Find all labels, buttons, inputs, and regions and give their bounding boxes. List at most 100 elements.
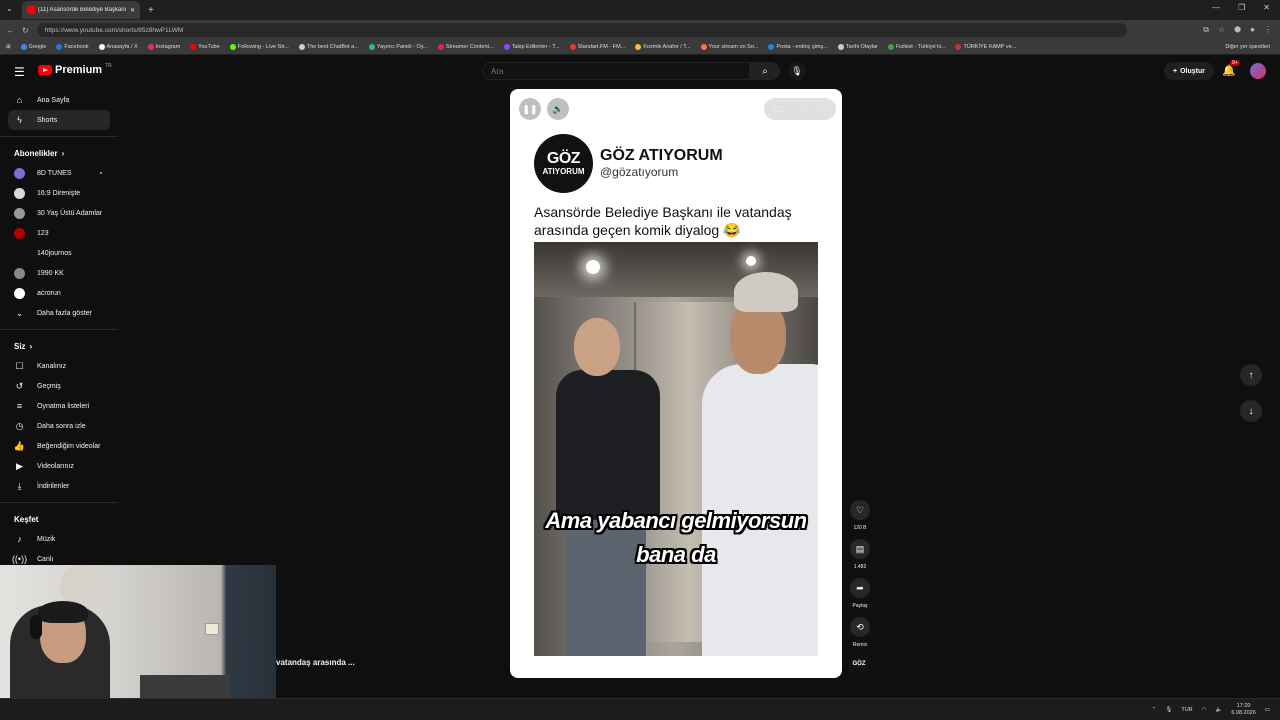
- avatar[interactable]: [1250, 63, 1266, 79]
- sidebar-item-30-ya-st-adamlar[interactable]: 30 Yaş Üstü Adamlar: [0, 203, 118, 223]
- profile-icon[interactable]: ●: [1250, 25, 1255, 35]
- sidebar-item-140journos[interactable]: 140journos: [0, 243, 118, 263]
- sidebar-item-daha-sonra-izle[interactable]: ◷ Daha sonra izle: [0, 416, 118, 436]
- tray-chevron-icon[interactable]: ⌃: [1152, 707, 1157, 713]
- fullscreen-icon[interactable]: ⤢: [822, 104, 828, 114]
- minimize-icon[interactable]: —: [1212, 3, 1220, 12]
- close-window-icon[interactable]: ✕: [1263, 3, 1270, 12]
- bookmark-item[interactable]: The best ChatBot a...: [298, 44, 359, 50]
- sidebar-item-123[interactable]: 123: [0, 223, 118, 243]
- bookmark-label: Facebook: [64, 44, 89, 50]
- speaker-icon[interactable]: 🔈: [1215, 707, 1222, 713]
- like-button[interactable]: ♡ 120 B: [848, 500, 872, 531]
- restore-icon[interactable]: ❐: [1238, 3, 1245, 12]
- next-short-title[interactable]: vatandaş arasında ...: [276, 658, 355, 667]
- bookmark-label: Tarihi Olaylar: [845, 44, 878, 50]
- star-icon[interactable]: ☆: [1218, 25, 1225, 35]
- sidebar-item-oynatma-listeleri[interactable]: ≡ Oynatma listeleri: [0, 396, 118, 416]
- volume-icon[interactable]: 🔊: [547, 98, 569, 120]
- apps-icon[interactable]: ⊞: [6, 44, 11, 50]
- sidebar-item-be-endi-im-videolar[interactable]: 👍 Beğendiğim videolar: [0, 436, 118, 456]
- sidebar-item-acrorun[interactable]: acrorun: [0, 283, 118, 303]
- comment-button[interactable]: ▤ 1.482: [848, 539, 872, 570]
- sidebar-item-1990-kk[interactable]: 1990 KK: [0, 263, 118, 283]
- bookmark-item[interactable]: Posta - erdinç şimş...: [768, 44, 828, 50]
- bookmark-item[interactable]: Tarihi Olaylar: [837, 44, 878, 50]
- previous-short-arrow-icon[interactable]: ↑: [1240, 364, 1262, 386]
- shorts-player[interactable]: ❚❚ 🔊 CC ⋮ ⤢ GÖZ ATIYORUM GÖZ ATIYORUM @g…: [510, 89, 842, 678]
- bookmark-item[interactable]: Kozmik Anafor / T...: [635, 44, 691, 50]
- sidebar-item-videolar-n-z[interactable]: ▶ Videolarınız: [0, 456, 118, 476]
- search-icon[interactable]: ⌕: [750, 62, 780, 80]
- channel-thumbnail[interactable]: GÖZ: [849, 654, 869, 674]
- sidebar-item-label: 16:9 Direnişte: [37, 189, 81, 197]
- next-short-arrow-icon[interactable]: ↓: [1240, 400, 1262, 422]
- ceiling-light: [586, 260, 600, 274]
- bookmark-item[interactable]: Google: [20, 44, 46, 50]
- all-bookmarks[interactable]: Diğer yer işaretleri: [1225, 44, 1270, 50]
- wifi-icon[interactable]: ◠: [1202, 707, 1207, 713]
- bookmark-item[interactable]: Anasayfa / X: [98, 44, 138, 50]
- sidebar-item-ge-mi-[interactable]: ↺ Geçmiş: [0, 376, 118, 396]
- sidebar-item-shorts[interactable]: ϟ Shorts: [8, 110, 110, 130]
- language-indicator[interactable]: TUR: [1181, 707, 1192, 713]
- sidebar-item-ana-sayfa[interactable]: ⌂ Ana Sayfa: [0, 90, 118, 110]
- bookmark-item[interactable]: Instagram: [147, 44, 180, 50]
- your-videos-icon: ▶: [16, 460, 23, 471]
- voice-search-icon[interactable]: 🎙: [788, 62, 806, 80]
- plus-icon: +: [1173, 67, 1178, 75]
- bookmark-item[interactable]: Facebook: [56, 44, 89, 50]
- bookmark-item[interactable]: Standart.FM - FM...: [569, 44, 625, 50]
- comment-icon: ▤: [850, 539, 870, 559]
- bookmark-favicon-icon: [569, 44, 576, 50]
- install-icon[interactable]: ⧉: [1203, 25, 1209, 35]
- window-controls: — ❐ ✕: [1212, 3, 1270, 12]
- tab-list-icon[interactable]: ⌄: [6, 4, 13, 13]
- bookmark-item[interactable]: TÜRKİYE KAMP ve...: [955, 44, 1016, 50]
- bookmark-item[interactable]: Streamer Content...: [437, 44, 494, 50]
- bookmark-label: TÜRKİYE KAMP ve...: [963, 44, 1017, 50]
- extension-icon[interactable]: ⬢: [1234, 25, 1241, 35]
- address-bar-row: ← ↻ https://www.youtube.com/shorts/85z8h…: [0, 20, 1280, 40]
- clock[interactable]: 17:20 6.08.2026: [1231, 703, 1255, 717]
- bookmark-item[interactable]: Following - Live Str...: [229, 44, 289, 50]
- create-button[interactable]: + Oluştur: [1164, 62, 1214, 80]
- bookmark-label: Yayıncı Paneli - Oy...: [376, 44, 428, 50]
- browser-tab-bar: ⌄ (11) Asansörde Belediye Başkanı ✕ + — …: [0, 0, 1280, 20]
- bookmark-item[interactable]: Takip Edilenler - T...: [503, 44, 560, 50]
- more-options-icon[interactable]: ⋮: [799, 105, 807, 114]
- youtube-premium-logo[interactable]: Premium TR: [38, 63, 112, 76]
- mic-tray-icon[interactable]: 🎙: [1165, 707, 1172, 713]
- search-input[interactable]: Ara: [482, 62, 750, 80]
- notification-center-icon[interactable]: ▭: [1265, 707, 1270, 713]
- sidebar-item-kanal-n-z[interactable]: ☐ Kanalınız: [0, 356, 118, 376]
- sidebar-item-m-zik[interactable]: ♪ Müzik: [0, 529, 118, 549]
- subscriptions-header[interactable]: Abonelikler ›: [0, 143, 118, 163]
- url-input[interactable]: https://www.youtube.com/shorts/85z8hwP1L…: [36, 23, 1127, 37]
- bookmark-item[interactable]: YouTube: [190, 44, 220, 50]
- tab-close-icon[interactable]: ✕: [130, 7, 135, 14]
- bookmark-favicon-icon: [437, 44, 444, 50]
- bookmark-item[interactable]: Fizikist - Türkiye'ni...: [887, 44, 945, 50]
- hamburger-menu-icon[interactable]: ☰: [14, 65, 25, 79]
- back-icon[interactable]: ←: [6, 26, 14, 35]
- captions-icon[interactable]: CC: [772, 105, 784, 114]
- bookmark-favicon-icon: [298, 44, 305, 50]
- sidebar-item-16-9-direni-te[interactable]: 16:9 Direnişte: [0, 183, 118, 203]
- chevron-right-icon: ›: [29, 341, 33, 351]
- sidebar-item-i-ndirilenler[interactable]: ⤓ İndirilenler: [0, 476, 118, 496]
- bookmark-favicon-icon: [368, 44, 375, 50]
- sidebar-item-8d-tunes[interactable]: 8D TUNES: [0, 163, 118, 183]
- you-header[interactable]: Siz ›: [0, 336, 118, 356]
- menu-icon[interactable]: ⋮: [1264, 25, 1272, 35]
- pause-icon[interactable]: ❚❚: [519, 98, 541, 120]
- bookmark-item[interactable]: Yayıncı Paneli - Oy...: [368, 44, 428, 50]
- new-tab-icon[interactable]: +: [148, 5, 154, 16]
- remix-button[interactable]: ⟲ Remix: [848, 617, 872, 648]
- reload-icon[interactable]: ↻: [22, 26, 29, 35]
- share-button[interactable]: ➦ Paylaş: [848, 578, 872, 609]
- browser-tab[interactable]: (11) Asansörde Belediye Başkanı ✕: [22, 1, 140, 19]
- show-more-button[interactable]: ⌄ Daha fazla göster: [0, 303, 118, 323]
- bookmark-label: Takip Edilenler - T...: [511, 44, 560, 50]
- bookmark-item[interactable]: Your stream on So...: [700, 44, 758, 50]
